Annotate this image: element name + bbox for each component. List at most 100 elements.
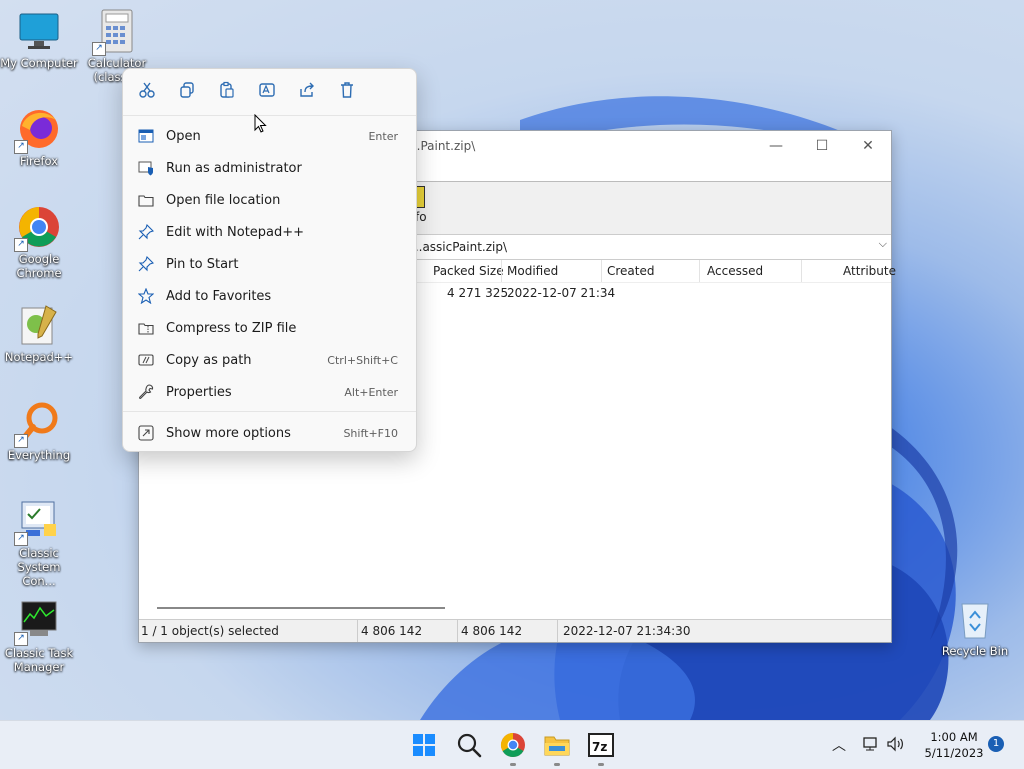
copy-icon[interactable]: [176, 81, 198, 103]
desktop-icon-classic-system-control[interactable]: ↗ Classic System Con...: [0, 498, 78, 588]
shield-icon: [138, 161, 153, 176]
share-icon[interactable]: [296, 81, 318, 103]
recycle-bin-icon: [952, 596, 998, 642]
menu-item-label: Pin to Start: [166, 257, 239, 272]
menu-item-properties[interactable]: Properties Alt+Enter: [127, 377, 412, 407]
cell-modified: 2022-12-07 21:34: [507, 286, 616, 300]
menu-item-pin-to-start[interactable]: Pin to Start: [127, 249, 412, 279]
menu-item-open[interactable]: Open Enter: [127, 121, 412, 151]
wrench-icon: [139, 384, 154, 399]
close-button[interactable]: ✕: [845, 131, 891, 161]
column-modified[interactable]: Modified: [507, 264, 558, 278]
desktop-icon-my-computer[interactable]: My Computer: [0, 8, 78, 70]
desktop-icon-label: Recycle Bin: [941, 644, 1009, 658]
mouse-cursor-icon: [254, 114, 267, 133]
menu-item-label: Run as administrator: [166, 161, 302, 176]
desktop-icon-label: Everything: [7, 448, 71, 462]
status-size: 4 806 142: [361, 624, 423, 638]
show-hidden-icons-button[interactable]: ︿: [832, 735, 846, 755]
windows-logo-icon: [413, 734, 435, 756]
desktop-icon-recycle-bin[interactable]: Recycle Bin: [936, 596, 1014, 658]
column-attributes[interactable]: Attribute: [843, 264, 896, 278]
column-divider[interactable]: [601, 260, 602, 282]
desktop-icon-label: My Computer: [0, 56, 78, 70]
copy-path-icon: [138, 354, 154, 366]
shortcut-arrow-icon: ↗: [14, 532, 28, 546]
taskbar-chrome-button[interactable]: [499, 731, 527, 759]
firefox-icon: ↗: [14, 106, 62, 154]
shortcut-arrow-icon: ↗: [14, 140, 28, 154]
menu-item-label: Show more options: [166, 426, 291, 441]
status-bar: 1 / 1 object(s) selected 4 806 142 4 806…: [139, 619, 891, 642]
window-title: ...Paint.zip\: [409, 139, 476, 153]
desktop-icon-chrome[interactable]: ↗ Google Chrome: [0, 204, 78, 280]
calculator-icon: ↗: [92, 8, 140, 56]
running-indicator: [598, 763, 604, 766]
volume-icon[interactable]: [886, 735, 906, 756]
column-divider[interactable]: [501, 260, 502, 282]
everything-search-icon: ↗: [14, 400, 62, 448]
status-packed-size: 4 806 142: [461, 624, 523, 638]
7zip-icon: 7z: [588, 733, 614, 757]
menu-item-label: Open file location: [166, 193, 281, 208]
chrome-icon: ↗: [14, 204, 62, 252]
desktop-icon-label: Classic Task Manager: [4, 646, 74, 674]
pin-icon: [138, 224, 154, 240]
status-selected: 1 / 1 object(s) selected: [141, 624, 279, 638]
shortcut-arrow-icon: ↗: [14, 434, 28, 448]
taskbar-search-button[interactable]: [455, 731, 483, 759]
desktop-icon-everything[interactable]: ↗ Everything: [0, 400, 78, 462]
minimize-button[interactable]: —: [753, 131, 799, 161]
paste-icon[interactable]: [216, 81, 238, 103]
monitor-icon: [16, 8, 62, 54]
chrome-icon: [500, 733, 525, 758]
task-manager-icon: ↗: [14, 598, 62, 646]
menu-separator: [123, 411, 416, 412]
chevron-up-icon: ︿: [832, 738, 846, 754]
delete-icon[interactable]: [336, 81, 358, 103]
context-menu[interactable]: Open Enter Run as administrator Open fil…: [122, 68, 417, 452]
cut-icon[interactable]: [136, 81, 158, 103]
desktop-icon-firefox[interactable]: ↗ Firefox: [0, 106, 78, 168]
column-created[interactable]: Created: [607, 264, 655, 278]
column-divider[interactable]: [699, 260, 700, 282]
chevron-down-icon[interactable]: ⌵: [879, 237, 887, 251]
context-quick-actions[interactable]: [123, 69, 416, 116]
column-accessed[interactable]: Accessed: [707, 264, 763, 278]
menu-item-show-more-options[interactable]: Show more options Shift+F10: [127, 418, 412, 448]
column-divider[interactable]: [801, 260, 802, 282]
rename-icon[interactable]: [256, 81, 278, 103]
menu-item-compress-to-zip[interactable]: Compress to ZIP file: [127, 313, 412, 343]
desktop-icon-notepadpp[interactable]: Notepad++: [0, 302, 78, 364]
menu-item-shortcut: Shift+F10: [343, 427, 398, 440]
taskbar-7zip-button[interactable]: 7z: [587, 731, 615, 759]
menu-item-shortcut: Alt+Enter: [344, 386, 398, 399]
taskbar-file-explorer-button[interactable]: [543, 731, 571, 759]
menu-item-copy-as-path[interactable]: Copy as path Ctrl+Shift+C: [127, 345, 412, 375]
desktop-icon-label: Classic System Con...: [17, 546, 61, 588]
menu-item-add-to-favorites[interactable]: Add to Favorites: [127, 281, 412, 311]
menu-item-edit-with-notepadpp[interactable]: Edit with Notepad++: [127, 217, 412, 247]
column-packed-size[interactable]: Packed Size: [433, 264, 504, 278]
menu-item-label: Copy as path: [166, 353, 252, 368]
menu-item-open-file-location[interactable]: Open file location: [127, 185, 412, 215]
zip-icon: [138, 323, 154, 335]
address-path: ...assicPaint.zip\: [411, 240, 508, 254]
pin-icon: [138, 256, 154, 272]
desktop-icon-label: Notepad++: [4, 350, 74, 364]
status-date: 2022-12-07 21:34:30: [563, 624, 691, 638]
network-icon[interactable]: [862, 735, 880, 756]
notification-badge[interactable]: 1: [988, 736, 1004, 752]
folder-icon: [544, 736, 570, 756]
start-button[interactable]: [410, 731, 438, 759]
search-icon: [457, 733, 482, 758]
maximize-button[interactable]: ☐: [799, 131, 845, 161]
notepadpp-icon: [16, 302, 62, 348]
shortcut-arrow-icon: ↗: [14, 238, 28, 252]
desktop-icon-classic-task-manager[interactable]: ↗ Classic Task Manager: [0, 598, 78, 674]
horizontal-scrollbar[interactable]: [157, 607, 445, 609]
system-clock[interactable]: 1:00 AM 5/11/2023: [918, 729, 990, 761]
taskbar[interactable]: 7z ︿ 1:00 AM 5/11/2023: [0, 720, 1024, 769]
menu-item-run-as-administrator[interactable]: Run as administrator: [127, 153, 412, 183]
shortcut-arrow-icon: ↗: [14, 632, 28, 646]
